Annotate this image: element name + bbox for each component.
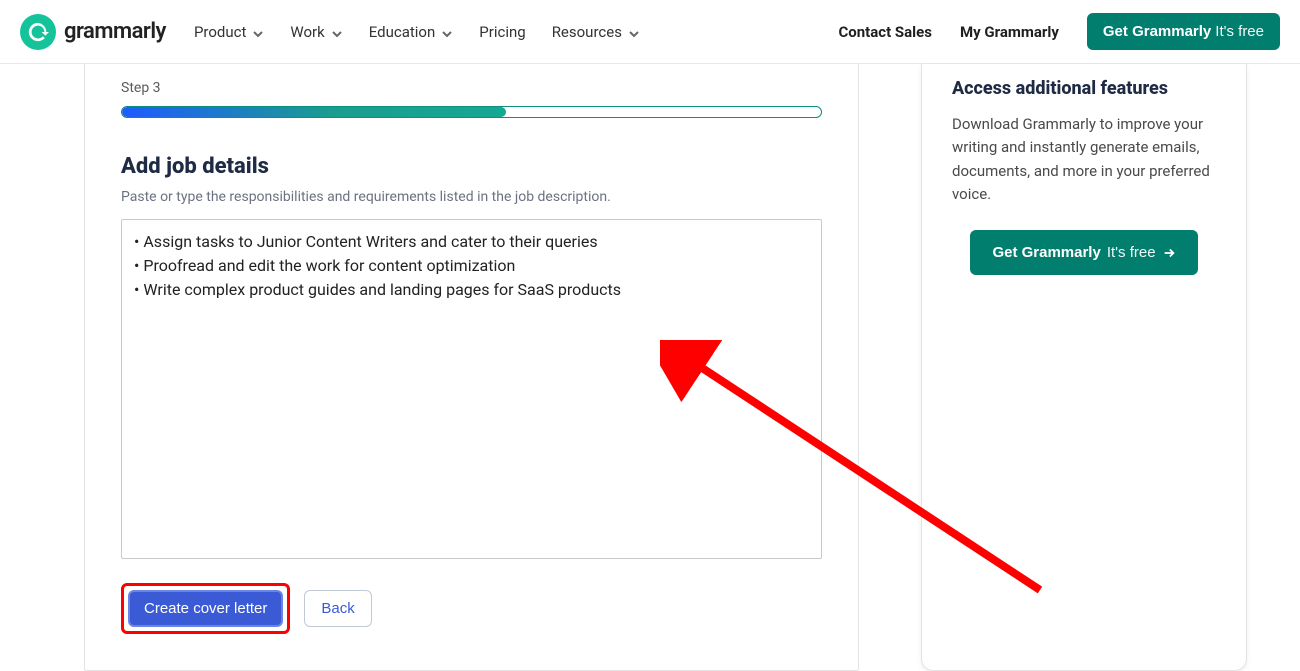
grammarly-logo-icon xyxy=(20,14,56,50)
header-left: grammarly Product Work Education Pricing… xyxy=(20,14,640,50)
contact-sales-link[interactable]: Contact Sales xyxy=(838,23,931,41)
chevron-down-icon xyxy=(331,26,343,38)
get-grammarly-button[interactable]: Get Grammarly It's free xyxy=(1087,13,1280,50)
nav-label: Pricing xyxy=(479,23,525,41)
header-right: Contact Sales My Grammarly Get Grammarly… xyxy=(838,13,1280,50)
promo-cta-light: It's free xyxy=(1107,244,1156,261)
nav-label: Work xyxy=(290,23,324,41)
my-grammarly-link[interactable]: My Grammarly xyxy=(960,23,1059,41)
page-content: Step 3 Add job details Paste or type the… xyxy=(0,64,1300,671)
chevron-down-icon xyxy=(252,26,264,38)
progress-fill xyxy=(122,107,506,117)
arrow-right-icon xyxy=(1162,246,1176,260)
promo-card: Access additional features Download Gram… xyxy=(921,64,1247,671)
nav-label: Education xyxy=(369,23,436,41)
nav-product[interactable]: Product xyxy=(194,23,264,41)
step-indicator: Step 3 xyxy=(121,80,822,96)
nav-resources[interactable]: Resources xyxy=(552,23,640,41)
section-title: Add job details xyxy=(121,154,822,179)
nav-education[interactable]: Education xyxy=(369,23,454,41)
section-subtitle: Paste or type the responsibilities and r… xyxy=(121,189,822,205)
site-header: grammarly Product Work Education Pricing… xyxy=(0,0,1300,64)
job-details-textarea[interactable] xyxy=(121,219,822,559)
chevron-down-icon xyxy=(441,26,453,38)
nav-work[interactable]: Work xyxy=(290,23,342,41)
cta-light-text: It's free xyxy=(1215,23,1264,40)
cta-bold-text: Get Grammarly xyxy=(1103,23,1211,40)
nav-label: Product xyxy=(194,23,246,41)
nav-pricing[interactable]: Pricing xyxy=(479,23,525,41)
nav-label: Resources xyxy=(552,23,622,41)
back-button[interactable]: Back xyxy=(304,590,371,627)
chevron-down-icon xyxy=(628,26,640,38)
primary-nav: Product Work Education Pricing Resources xyxy=(194,23,640,41)
promo-description: Download Grammarly to improve your writi… xyxy=(952,113,1216,206)
progress-bar xyxy=(121,106,822,118)
brand-name: grammarly xyxy=(64,19,166,44)
create-cover-letter-button[interactable]: Create cover letter xyxy=(128,590,283,627)
brand-logo[interactable]: grammarly xyxy=(20,14,166,50)
action-buttons: Create cover letter Back xyxy=(121,583,822,634)
promo-get-grammarly-button[interactable]: Get Grammarly It's free xyxy=(970,230,1197,275)
wizard-card: Step 3 Add job details Paste or type the… xyxy=(84,64,859,671)
annotation-highlight-box: Create cover letter xyxy=(121,583,290,634)
promo-cta-bold: Get Grammarly xyxy=(992,244,1100,261)
promo-title: Access additional features xyxy=(952,78,1216,99)
